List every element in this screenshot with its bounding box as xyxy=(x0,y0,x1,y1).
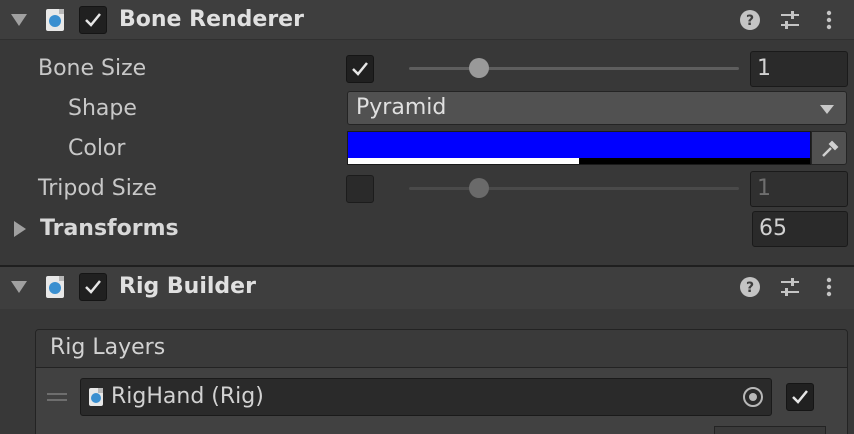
rig-layers-title: Rig Layers xyxy=(50,335,166,360)
rig-layer-active-checkbox[interactable] xyxy=(786,383,814,411)
kebab-menu-icon[interactable] xyxy=(821,9,837,31)
dropdown-arrow-icon xyxy=(820,105,834,114)
rig-builder-enabled-checkbox[interactable] xyxy=(79,273,107,301)
svg-text:?: ? xyxy=(746,13,754,29)
drag-handle-icon[interactable] xyxy=(47,393,67,401)
tripod-size-slider-track[interactable] xyxy=(409,187,739,190)
foldout-expanded-icon[interactable] xyxy=(11,281,27,293)
transforms-count-field[interactable]: 65 xyxy=(752,211,848,247)
bone-size-slider-thumb[interactable] xyxy=(469,58,489,78)
alpha-bar xyxy=(348,158,810,164)
bone-size-field[interactable]: 1 xyxy=(750,51,848,87)
color-field[interactable] xyxy=(347,131,811,165)
svg-text:?: ? xyxy=(746,280,754,296)
color-label: Color xyxy=(68,136,126,161)
tripod-size-slider-thumb[interactable] xyxy=(469,178,489,198)
tripod-size-label: Tripod Size xyxy=(38,176,157,201)
foldout-collapsed-icon[interactable] xyxy=(14,221,26,237)
foldout-expanded-icon[interactable] xyxy=(11,14,27,26)
presets-icon[interactable] xyxy=(779,276,801,298)
alpha-fill xyxy=(348,158,579,164)
tripod-size-field[interactable]: 1 xyxy=(750,171,848,207)
script-icon xyxy=(46,276,64,298)
kebab-menu-icon[interactable] xyxy=(821,276,837,298)
list-footer-tab xyxy=(714,426,826,434)
presets-icon[interactable] xyxy=(779,9,801,31)
shape-label: Shape xyxy=(68,96,137,121)
bone-size-label: Bone Size xyxy=(38,56,147,81)
shape-dropdown-value: Pyramid xyxy=(356,95,447,120)
bone-size-checkbox[interactable] xyxy=(346,55,374,83)
help-icon[interactable]: ? xyxy=(739,276,761,298)
object-picker-icon[interactable] xyxy=(743,387,763,407)
bone-size-slider-track[interactable] xyxy=(409,67,739,70)
shape-dropdown[interactable]: Pyramid xyxy=(347,91,847,125)
script-icon xyxy=(46,9,64,31)
eyedropper-icon xyxy=(822,140,839,157)
eyedropper-button[interactable] xyxy=(811,131,847,165)
help-icon[interactable]: ? xyxy=(739,9,761,31)
component-title: Rig Builder xyxy=(119,274,256,299)
color-swatch xyxy=(348,132,810,158)
bone-renderer-enabled-checkbox[interactable] xyxy=(79,6,107,34)
component-title: Bone Renderer xyxy=(119,7,304,32)
tripod-size-checkbox[interactable] xyxy=(346,175,374,203)
rig-layer-object-field[interactable]: RigHand (Rig) xyxy=(80,378,772,416)
script-icon xyxy=(89,388,103,406)
transforms-label[interactable]: Transforms xyxy=(40,216,179,241)
rig-layers-header: Rig Layers xyxy=(36,330,847,368)
rig-layer-name: RigHand (Rig) xyxy=(111,384,264,409)
